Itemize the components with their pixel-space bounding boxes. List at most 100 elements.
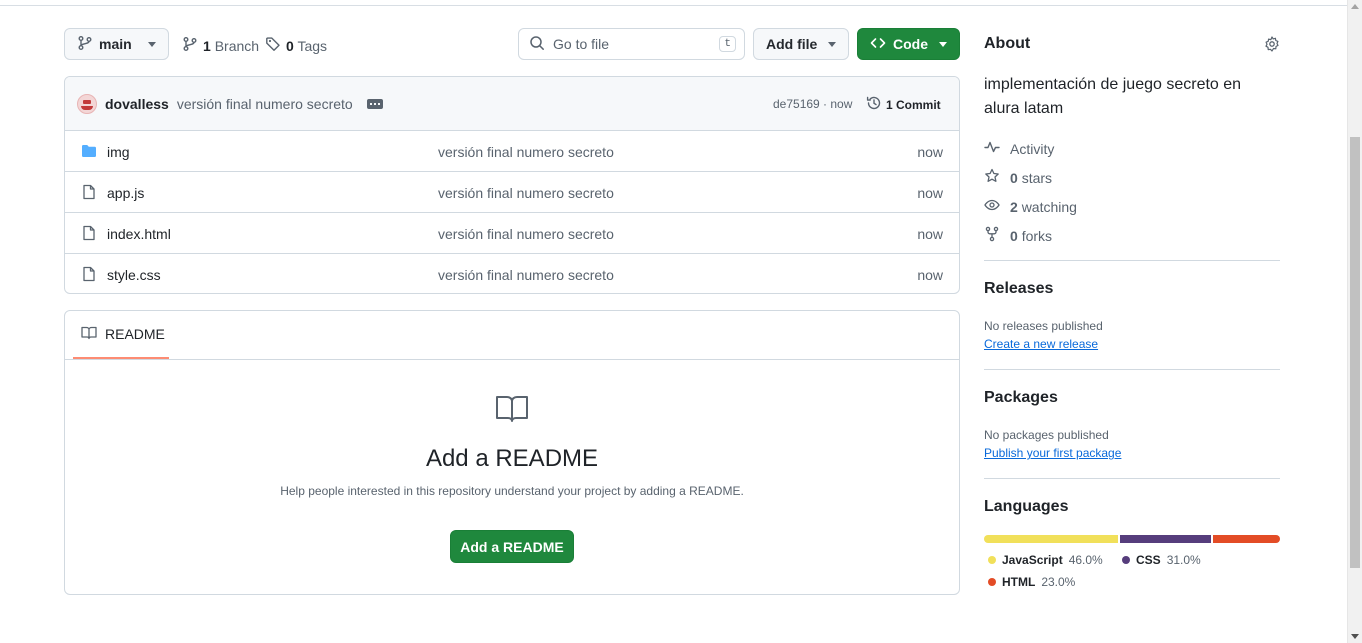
language-percent: 23.0% <box>1041 575 1076 589</box>
chevron-down-icon <box>148 41 156 47</box>
language-dot <box>988 578 996 586</box>
readme-tab-label: README <box>105 326 165 342</box>
file-commit-message[interactable]: versión final numero secreto <box>438 267 614 283</box>
vertical-scrollbar[interactable] <box>1347 0 1362 643</box>
language-item-html[interactable]: HTML 23.0% <box>988 575 1075 589</box>
git-branch-icon <box>182 36 198 55</box>
about-heading: About <box>984 35 1031 52</box>
scroll-down-arrow-icon[interactable] <box>1351 634 1359 639</box>
file-name[interactable]: index.html <box>107 226 171 242</box>
file-name[interactable]: style.css <box>107 267 161 283</box>
file-icon <box>81 184 97 203</box>
code-button[interactable]: Code <box>857 28 960 60</box>
header-divider <box>0 5 1347 6</box>
branches-link[interactable]: 1 Branch <box>182 36 259 55</box>
language-percent: 46.0% <box>1068 553 1103 567</box>
stars-label: stars <box>1021 169 1053 186</box>
forks-count: 0 <box>1010 227 1018 244</box>
file-commit-message[interactable]: versión final numero secreto <box>438 185 614 201</box>
languages-heading: Languages <box>984 498 1069 515</box>
forks-label: forks <box>1021 227 1053 244</box>
activity-label: Activity <box>1010 140 1055 157</box>
tag-icon <box>265 36 281 55</box>
search-input[interactable] <box>553 36 703 52</box>
star-icon <box>984 168 1000 187</box>
chevron-down-icon <box>828 41 836 47</box>
file-icon <box>81 266 97 285</box>
scrollbar-thumb[interactable] <box>1350 137 1360 568</box>
releases-empty-text: No releases published <box>984 319 1103 333</box>
keyboard-shortcut-hint: t <box>719 36 736 52</box>
publish-package-link[interactable]: Publish your first package <box>984 446 1121 460</box>
readme-empty-description: Help people interested in this repositor… <box>280 484 744 498</box>
create-release-link[interactable]: Create a new release <box>984 337 1098 351</box>
file-row[interactable]: img versión final numero secreto now <box>65 131 959 172</box>
gear-icon[interactable] <box>1264 36 1280 55</box>
search-icon <box>529 35 545 54</box>
language-dot <box>988 556 996 564</box>
ellipsis-icon[interactable] <box>366 98 383 109</box>
file-row[interactable]: style.css versión final numero secreto n… <box>65 254 959 293</box>
code-icon <box>870 35 886 54</box>
language-item-javascript[interactable]: JavaScript 46.0% <box>988 553 1103 567</box>
stars-link[interactable]: 0 stars <box>984 168 1052 187</box>
readme-panel: README Add a README Help people interest… <box>64 310 960 595</box>
language-dot <box>1122 556 1130 564</box>
packages-empty-text: No packages published <box>984 428 1109 442</box>
tab-readme[interactable]: README <box>73 311 169 359</box>
fork-icon <box>984 226 1000 245</box>
add-file-button[interactable]: Add file <box>753 28 849 60</box>
file-name[interactable]: app.js <box>107 185 144 201</box>
language-name: HTML <box>1002 575 1036 589</box>
commit-history-link[interactable]: 1 Commit <box>866 95 941 114</box>
eye-icon <box>984 197 1000 216</box>
divider <box>984 478 1280 479</box>
language-bar <box>984 535 1280 543</box>
releases-heading[interactable]: Releases <box>984 280 1053 298</box>
packages-heading[interactable]: Packages <box>984 389 1058 407</box>
avatar[interactable] <box>77 93 97 114</box>
commit-author[interactable]: dovalless <box>105 96 169 112</box>
divider <box>984 369 1280 370</box>
code-label: Code <box>893 36 928 52</box>
git-branch-icon <box>77 35 93 54</box>
file-time: now <box>917 144 943 160</box>
divider <box>984 260 1280 261</box>
book-icon <box>81 325 97 344</box>
folder-icon <box>81 143 97 162</box>
file-icon <box>81 225 97 244</box>
watching-label: watching <box>1021 198 1077 215</box>
file-time: now <box>917 267 943 283</box>
branches-label: Branch <box>214 37 260 54</box>
add-file-label: Add file <box>766 36 818 52</box>
file-commit-message[interactable]: versión final numero secreto <box>438 144 614 160</box>
language-bar-segment <box>984 535 1119 543</box>
tags-count: 0 <box>286 37 294 54</box>
language-item-css[interactable]: CSS 31.0% <box>1122 553 1201 567</box>
language-percent: 31.0% <box>1166 553 1201 567</box>
divider <box>65 359 959 360</box>
history-icon <box>866 95 882 114</box>
file-commit-message[interactable]: versión final numero secreto <box>438 226 614 242</box>
language-bar-segment <box>1212 535 1280 543</box>
readme-empty-title: Add a README <box>425 445 599 472</box>
latest-commit-bar: dovalless versión final numero secreto d… <box>65 77 959 131</box>
scroll-up-arrow-icon[interactable] <box>1351 4 1359 9</box>
language-name: JavaScript <box>1002 553 1063 567</box>
file-row[interactable]: app.js versión final numero secreto now <box>65 172 959 213</box>
language-name: CSS <box>1136 553 1161 567</box>
activity-link[interactable]: Activity <box>984 139 1054 158</box>
file-name[interactable]: img <box>107 144 130 160</box>
forks-link[interactable]: 0 forks <box>984 226 1052 245</box>
go-to-file-search[interactable]: t <box>518 28 745 60</box>
commit-message[interactable]: versión final numero secreto <box>177 96 353 112</box>
commit-sha-time[interactable]: de75169 · now <box>773 97 852 111</box>
repo-description: implementación de juego secreto en alura… <box>984 76 1242 117</box>
tags-label: Tags <box>297 37 328 54</box>
file-row[interactable]: index.html versión final numero secreto … <box>65 213 959 254</box>
branch-select-button[interactable]: main <box>64 28 169 60</box>
tags-link[interactable]: 0 Tags <box>265 36 327 55</box>
add-readme-button[interactable]: Add a README <box>450 530 574 563</box>
language-bar-segment <box>1120 535 1211 543</box>
watching-link[interactable]: 2 watching <box>984 197 1077 216</box>
